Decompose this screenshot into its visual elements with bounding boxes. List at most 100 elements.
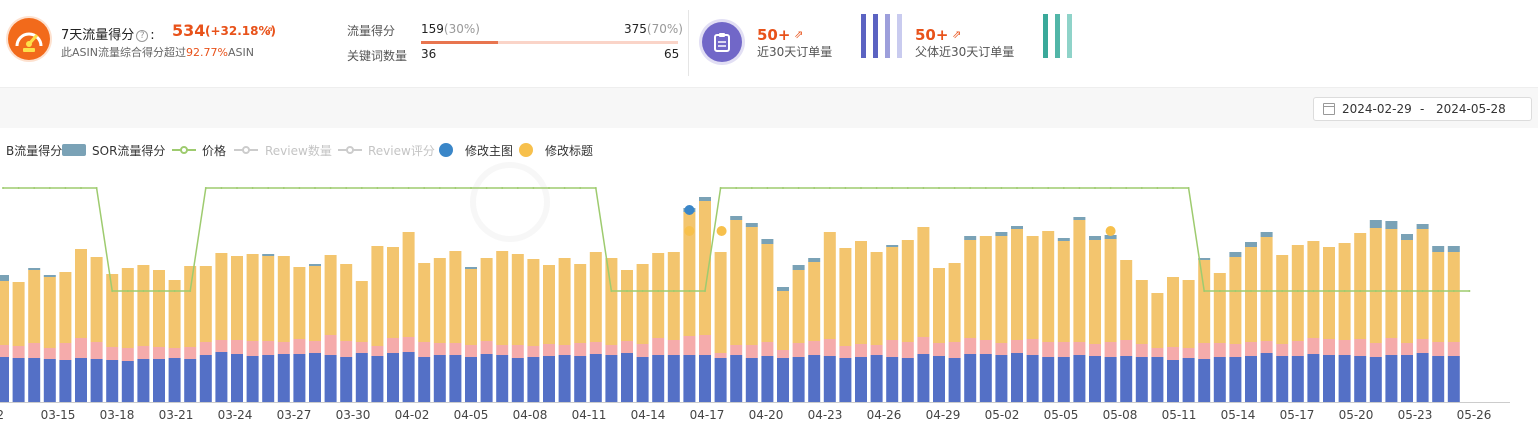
bar-segment xyxy=(1401,343,1413,355)
keywords-label: 关键词数量 xyxy=(347,49,408,63)
price-point xyxy=(1047,187,1050,189)
bar-segment xyxy=(355,342,368,353)
bar-segment xyxy=(979,236,992,340)
bar-segment xyxy=(808,341,821,355)
traffic-progress-bar xyxy=(421,41,678,44)
bar-segment xyxy=(309,341,321,353)
bar-segment xyxy=(246,356,259,402)
bar-segment xyxy=(12,346,25,358)
price-point xyxy=(17,187,20,189)
bar-segment xyxy=(355,353,368,402)
price-point xyxy=(906,187,909,189)
price-point xyxy=(1452,290,1455,292)
price-point xyxy=(423,187,426,189)
x-tick-label: 03-18 xyxy=(100,408,135,422)
bar-segment xyxy=(1385,221,1398,229)
bar-segment xyxy=(543,344,555,356)
price-point xyxy=(1421,290,1424,292)
price-point xyxy=(1312,290,1315,292)
price-point xyxy=(875,187,878,189)
bar-segment xyxy=(28,358,41,402)
x-tick-label: 03-24 xyxy=(218,408,253,422)
bar-segment xyxy=(199,342,212,355)
date-end[interactable]: 2024-05-28 xyxy=(1436,102,1506,116)
price-point xyxy=(126,290,129,292)
price-point xyxy=(1156,187,1159,189)
bar-segment xyxy=(1167,360,1179,402)
bar-segment xyxy=(1151,293,1164,348)
price-point xyxy=(891,187,894,189)
bar-segment xyxy=(1276,356,1289,402)
bar-segment xyxy=(667,355,680,402)
legend-label: 修改标题 xyxy=(545,144,594,158)
price-point xyxy=(80,187,82,189)
price-point xyxy=(1125,187,1128,189)
date-start[interactable]: 2024-02-29 xyxy=(1342,102,1412,116)
trend-up-icon: ⇗ xyxy=(264,24,274,37)
bar-segment xyxy=(402,232,415,337)
bar-segment xyxy=(792,265,805,270)
help-icon[interactable]: ? xyxy=(136,30,149,42)
price-point xyxy=(704,290,706,292)
bar-segment xyxy=(621,353,633,402)
bar-segment xyxy=(1447,246,1460,252)
bar-segment xyxy=(433,258,446,343)
date-separator: - xyxy=(1420,102,1425,116)
price-point xyxy=(48,187,51,189)
bar-segment xyxy=(870,252,883,345)
bar-segment xyxy=(714,252,727,353)
bar-segment xyxy=(1120,260,1133,340)
price-point xyxy=(158,290,160,292)
bar-segment xyxy=(340,357,353,402)
bar-segment xyxy=(402,337,415,352)
bar-segment xyxy=(1057,342,1070,357)
bar-segment xyxy=(246,254,259,341)
bar-segment xyxy=(745,345,758,358)
bar-segment xyxy=(745,223,758,227)
bar-segment xyxy=(777,291,789,350)
bar-segment xyxy=(418,357,431,402)
date-range-picker[interactable]: 2024-02-29 - 2024-05-28 xyxy=(1313,97,1532,121)
bar-segment xyxy=(605,258,618,345)
bar-segment xyxy=(1416,339,1429,353)
bar-segment xyxy=(979,340,992,354)
bar-segment xyxy=(870,345,883,355)
bar-segment xyxy=(948,342,961,358)
bar-segment xyxy=(28,268,41,270)
bar-segment xyxy=(761,342,774,356)
bar-segment xyxy=(199,266,212,342)
price-point xyxy=(392,187,394,189)
bar-segment xyxy=(1369,343,1382,357)
price-point xyxy=(594,187,597,189)
bar-segment xyxy=(28,343,41,358)
bar-segment xyxy=(43,348,56,359)
bar-segment xyxy=(886,245,899,247)
bar-segment xyxy=(1369,220,1382,228)
bar-segment xyxy=(1338,355,1351,402)
legend-swatch xyxy=(62,144,86,156)
price-point xyxy=(735,187,738,189)
bar-segment xyxy=(1026,355,1039,402)
bar-segment xyxy=(699,355,711,402)
bar-segment xyxy=(90,257,103,342)
bar-segment xyxy=(0,345,9,357)
traffic-progress-fill xyxy=(421,41,499,44)
bar-segment xyxy=(1182,348,1195,358)
price-point xyxy=(95,187,98,189)
bar-segment xyxy=(465,267,477,269)
bar-segment xyxy=(917,354,930,402)
bar-segment xyxy=(574,264,587,343)
x-tick-label: 04-29 xyxy=(926,408,961,422)
bar-segment xyxy=(1447,342,1460,356)
price-point xyxy=(1390,290,1393,292)
bar-segment xyxy=(745,358,758,402)
bar-segment xyxy=(1198,343,1211,359)
price-point xyxy=(844,187,847,189)
price-point xyxy=(204,187,207,189)
bar-segment xyxy=(839,358,852,402)
bar-segment xyxy=(917,337,930,354)
price-point xyxy=(454,187,457,189)
divider xyxy=(688,10,689,76)
price-point xyxy=(220,187,223,189)
bar-segment xyxy=(371,246,384,346)
